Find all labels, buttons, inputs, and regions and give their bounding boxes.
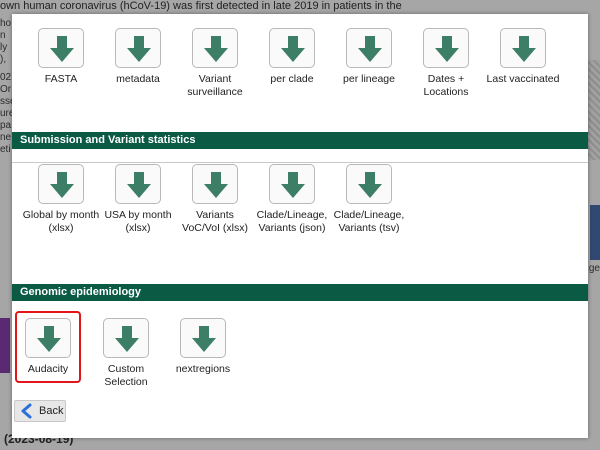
selection-highlight <box>15 311 81 383</box>
download-variant-surveillance[interactable]: Variant surveillance <box>176 28 254 99</box>
download-arrow-icon <box>281 172 305 198</box>
download-arrow-icon <box>204 172 228 198</box>
download-label: Custom Selection <box>104 363 148 388</box>
download-button[interactable] <box>346 28 392 68</box>
download-arrow-icon <box>512 36 536 62</box>
download-fasta[interactable]: FASTA <box>22 28 100 86</box>
download-button[interactable] <box>38 164 84 204</box>
download-usa-by-month[interactable]: USA by month (xlsx) <box>99 164 177 235</box>
download-button[interactable] <box>103 318 149 358</box>
download-button[interactable] <box>423 28 469 68</box>
back-button[interactable]: Back <box>14 400 66 422</box>
download-button[interactable] <box>269 164 315 204</box>
download-per-lineage[interactable]: per lineage <box>330 28 408 86</box>
download-button[interactable] <box>115 164 161 204</box>
download-clade-lineage-tsv[interactable]: Clade/Lineage, Variants (tsv) <box>330 164 408 235</box>
download-nextregions[interactable]: nextregions <box>164 318 242 376</box>
download-row-statistics: Global by month (xlsx) USA by month (xls… <box>12 164 588 284</box>
download-button[interactable] <box>269 28 315 68</box>
download-button[interactable] <box>38 28 84 68</box>
download-metadata[interactable]: metadata <box>99 28 177 86</box>
download-label: USA by month (xlsx) <box>104 209 172 234</box>
download-label: FASTA <box>44 73 78 85</box>
download-dates-locations[interactable]: Dates + Locations <box>407 28 485 99</box>
download-modal: FASTA metadata Variant surveillance per … <box>12 14 588 438</box>
download-variants-voc-voi[interactable]: Variants VoC/VoI (xlsx) <box>176 164 254 235</box>
download-arrow-icon <box>192 326 216 352</box>
download-label: Last vaccinated <box>486 73 560 85</box>
divider <box>12 162 588 163</box>
download-arrow-icon <box>50 36 74 62</box>
download-last-vaccinated[interactable]: Last vaccinated <box>484 28 562 86</box>
download-label: Global by month (xlsx) <box>22 209 100 234</box>
download-clade-lineage-json[interactable]: Clade/Lineage, Variants (json) <box>253 164 331 235</box>
download-button[interactable] <box>192 164 238 204</box>
download-button[interactable] <box>192 28 238 68</box>
download-label: Dates + Locations <box>423 73 469 98</box>
download-label: Clade/Lineage, Variants (tsv) <box>333 209 405 234</box>
download-arrow-icon <box>358 172 382 198</box>
download-label: Variant surveillance <box>187 73 243 98</box>
download-button[interactable] <box>346 164 392 204</box>
download-arrow-icon <box>358 36 382 62</box>
section-header-statistics: Submission and Variant statistics <box>12 132 588 149</box>
download-per-clade[interactable]: per clade <box>253 28 331 86</box>
download-label: metadata <box>116 73 160 85</box>
download-custom-selection[interactable]: Custom Selection <box>87 318 165 389</box>
download-button[interactable] <box>180 318 226 358</box>
download-arrow-icon <box>281 36 305 62</box>
download-arrow-icon <box>204 36 228 62</box>
download-label: nextregions <box>175 363 231 375</box>
download-button[interactable] <box>115 28 161 68</box>
download-arrow-icon <box>115 326 139 352</box>
download-label: per lineage <box>343 73 395 85</box>
section-header-genomic-epidemiology: Genomic epidemiology <box>12 284 588 301</box>
download-arrow-icon <box>435 36 459 62</box>
download-label: Variants VoC/VoI (xlsx) <box>182 209 248 234</box>
download-row-main: FASTA metadata Variant surveillance per … <box>12 28 588 128</box>
download-arrow-icon <box>50 172 74 198</box>
chevron-left-icon <box>21 403 32 419</box>
download-global-by-month[interactable]: Global by month (xlsx) <box>22 164 100 235</box>
download-arrow-icon <box>127 36 151 62</box>
download-label: Clade/Lineage, Variants (json) <box>256 209 328 234</box>
download-button[interactable] <box>500 28 546 68</box>
download-label: per clade <box>270 73 314 85</box>
download-arrow-icon <box>127 172 151 198</box>
back-label: Back <box>39 405 64 417</box>
download-row-genomic: Audacity Custom Selection nextregions <box>12 318 588 398</box>
